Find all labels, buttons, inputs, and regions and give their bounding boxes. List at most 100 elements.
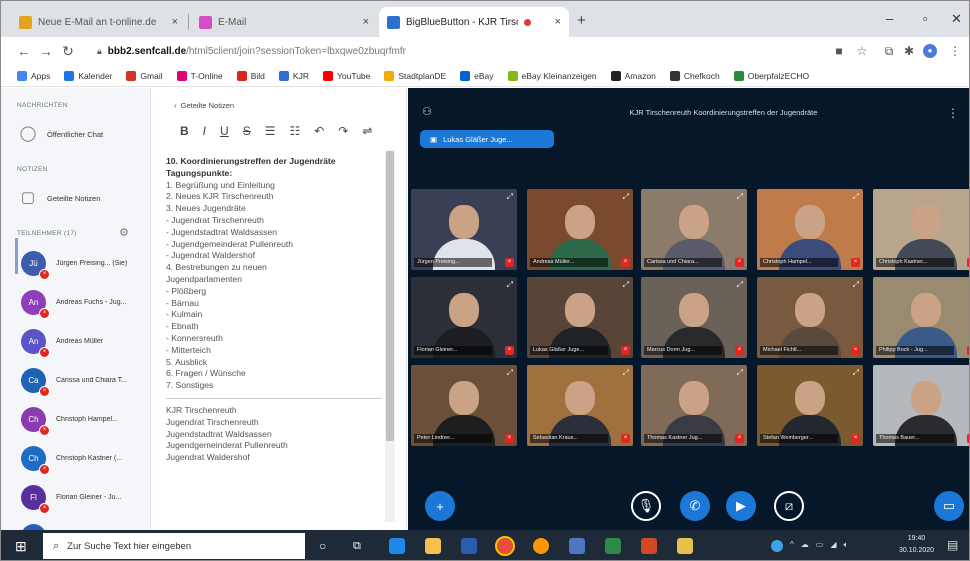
close-window-icon[interactable]: ✕ (951, 11, 962, 27)
underline-button[interactable]: U (220, 124, 229, 138)
participant-item[interactable]: Fl × Florian Gleiner - Ju... (1, 478, 150, 517)
excel-icon[interactable] (605, 538, 621, 554)
star-icon[interactable]: ☆ (854, 43, 870, 59)
fullscreen-icon[interactable]: ⤢ (853, 368, 859, 378)
fullscreen-icon[interactable]: ⤢ (737, 192, 743, 202)
ordered-list-button[interactable]: ☰ (265, 124, 276, 138)
share-webcam-button[interactable]: ▶ (726, 491, 756, 521)
leave-audio-button[interactable]: ✆ (680, 491, 710, 521)
bookmark-gmail[interactable]: Gmail (126, 70, 163, 81)
puzzle-icon[interactable]: ✱ (901, 43, 917, 59)
video-tile[interactable]: Lukas Gläßer Juge... × ⤢ (527, 277, 633, 358)
unordered-list-button[interactable]: ☷ (289, 124, 300, 138)
camera-permission-icon[interactable]: ■ (831, 43, 847, 59)
folder-icon[interactable] (677, 538, 693, 554)
undo-button[interactable]: ↶ (314, 124, 324, 138)
bookmark-apps[interactable]: Apps (17, 70, 50, 81)
chevron-up-icon[interactable]: ^ (790, 540, 794, 552)
file-explorer-icon[interactable] (425, 538, 441, 554)
fullscreen-icon[interactable]: ⤢ (623, 280, 629, 290)
chrome-icon[interactable] (495, 536, 515, 556)
bookmark-ebay-kleinanzeigen[interactable]: eBay Kleinanzeigen (507, 70, 597, 81)
bookmark-t-online[interactable]: T-Online (176, 70, 223, 81)
video-tile[interactable]: Christoph Hampel... × ⤢ (757, 189, 863, 270)
fullscreen-icon[interactable]: ⤢ (623, 368, 629, 378)
menu-kebab-icon[interactable]: ⋮ (947, 43, 963, 59)
bold-button[interactable]: B (180, 124, 189, 138)
video-tile[interactable]: Carissa und Chiara... × ⤢ (641, 189, 747, 270)
fullscreen-icon[interactable]: ⤢ (737, 368, 743, 378)
bookmark-stadtplan[interactable]: StadtplanDE (384, 70, 446, 81)
battery-icon[interactable]: ▭ (816, 540, 824, 552)
photos-icon[interactable] (569, 538, 585, 554)
people-icon[interactable] (771, 540, 783, 552)
presentation-restore-button[interactable]: ▭ (934, 491, 964, 521)
options-kebab-icon[interactable]: ⋮ (947, 106, 959, 120)
italic-button[interactable]: I (203, 124, 206, 138)
video-tile[interactable]: Sebastian Kraus... × ⤢ (527, 365, 633, 446)
fullscreen-icon[interactable]: ⤢ (737, 280, 743, 290)
video-tile[interactable]: Christoph Kastner...×⤢ (873, 189, 969, 270)
fullscreen-icon[interactable]: ⤢ (853, 280, 859, 290)
bookmark-youtube[interactable]: YouTube (322, 70, 370, 81)
cortana-icon[interactable]: ○ (319, 538, 335, 554)
presenter-badge[interactable]: ▣ Lukas Gläßer Juge... (420, 130, 554, 148)
bookmark-kjr[interactable]: KJR (278, 70, 309, 81)
shared-notes-item[interactable]: ▢ Geteilte Notizen (1, 180, 150, 216)
video-tile[interactable]: Jürgen Preising... × ⤢ (411, 189, 517, 270)
maximize-icon[interactable]: ▫ (923, 11, 928, 26)
close-icon[interactable]: × (549, 16, 561, 28)
participant-item[interactable]: Ch × Christoph Hampel... (1, 400, 150, 439)
video-tile[interactable]: Andreas Müller... × ⤢ (527, 189, 633, 270)
browser-tab-active[interactable]: BigBlueButton - KJR Tirschenr... × (379, 7, 569, 37)
notes-scrollbar-thumb[interactable] (386, 151, 394, 441)
new-tab-plus-icon[interactable]: + (577, 12, 586, 29)
video-tile[interactable]: Peter Lindner... × ⤢ (411, 365, 517, 446)
profile-avatar-icon[interactable]: ● (923, 44, 937, 58)
video-tile[interactable]: Stefan Weinberger... × ⤢ (757, 365, 863, 446)
share-screen-button[interactable]: ⧄ (774, 491, 804, 521)
fullscreen-icon[interactable]: ⤢ (623, 192, 629, 202)
windows-start-icon[interactable]: ⊞ (15, 538, 27, 555)
video-tile[interactable]: Thomas Kastner Jug... × ⤢ (641, 365, 747, 446)
close-icon[interactable]: × (166, 16, 178, 28)
actions-plus-button[interactable]: + (425, 491, 455, 521)
participant-item[interactable]: An × Andreas Müller (1, 322, 150, 361)
participant-item[interactable]: Ca × Carissa und Chiara T... (1, 361, 150, 400)
gear-icon[interactable]: ⚙ (119, 226, 129, 239)
fullscreen-icon[interactable]: ⤢ (853, 192, 859, 202)
forward-arrow-icon[interactable]: → (35, 43, 57, 59)
browser-tab[interactable]: E-Mail × (191, 7, 377, 37)
bookmark-kalender[interactable]: Kalender (64, 70, 112, 81)
back-arrow-icon[interactable]: ← (13, 43, 35, 59)
edge-icon[interactable] (389, 538, 405, 554)
video-tile[interactable]: Philipp Bock - Jug...×⤢ (873, 277, 969, 358)
url-field[interactable]: 🔒︎ bbb2.senfcall.de /html5client/join?se… (97, 41, 837, 61)
network-icon[interactable]: ◢ (830, 540, 836, 552)
redo-button[interactable]: ↷ (338, 124, 348, 138)
video-tile[interactable]: Marcus Dorm Jug... × ⤢ (641, 277, 747, 358)
import-export-button[interactable]: ⇌ (362, 124, 372, 138)
browser-tab[interactable]: Neue E-Mail an t-online.de × (11, 7, 186, 37)
notification-center-icon[interactable]: ▤ (947, 538, 958, 552)
powerpoint-icon[interactable] (641, 538, 657, 554)
taskbar-clock[interactable]: 19:40 30.10.2020 (899, 533, 934, 557)
firefox-icon[interactable] (533, 538, 549, 554)
fullscreen-icon[interactable]: ⤢ (507, 192, 513, 202)
participant-item[interactable]: An × Andreas Fuchs - Jug... (1, 283, 150, 322)
reload-icon[interactable]: ↻ (57, 43, 79, 60)
minimize-icon[interactable]: – (886, 11, 893, 26)
participant-item[interactable]: Jü × Jürgen Preising... (Sie) (1, 244, 150, 283)
taskbar-search-box[interactable]: ⌕ Zur Suche Text hier eingeben (43, 533, 305, 559)
video-tile[interactable]: Florian Gleiner... × ⤢ (411, 277, 517, 358)
bookmark-oberpfalzecho[interactable]: OberpfalzECHO (733, 70, 809, 81)
strikethrough-button[interactable]: S (243, 124, 251, 138)
video-tile[interactable]: Michael Fichtl... × ⤢ (757, 277, 863, 358)
bookmark-chefkoch[interactable]: Chefkoch (669, 70, 720, 81)
notes-back-button[interactable]: ‹ Geteilte Notizen (174, 101, 234, 110)
task-view-icon[interactable]: ⧉ (353, 538, 369, 554)
video-tile[interactable]: Thomas Bauer...×⤢ (873, 365, 969, 446)
participant-item[interactable]: Ch × Christoph Kastner (... (1, 439, 150, 478)
fullscreen-icon[interactable]: ⤢ (507, 280, 513, 290)
store-icon[interactable] (461, 538, 477, 554)
